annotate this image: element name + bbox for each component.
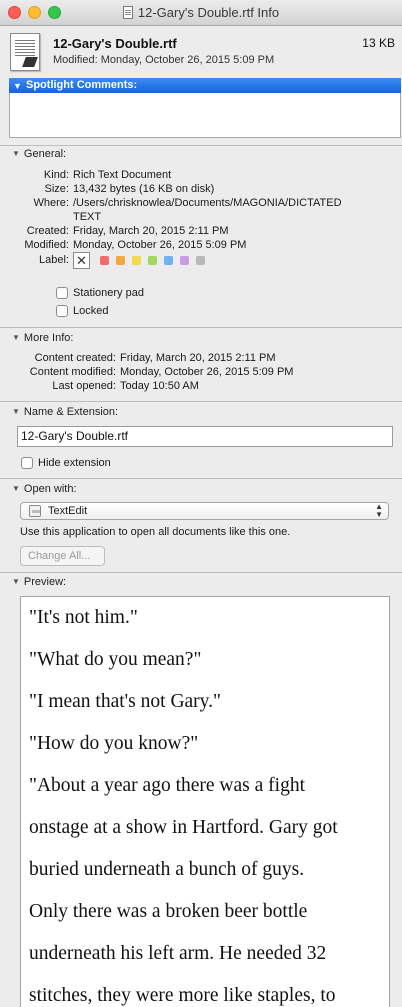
popup-arrows-icon: ▲ ▼	[375, 502, 383, 519]
hide-extension-checkbox[interactable]	[21, 457, 33, 469]
label-red-swatch[interactable]	[100, 256, 109, 265]
window-title: 12-Gary's Double.rtf Info	[137, 5, 280, 20]
label-orange-swatch[interactable]	[116, 256, 125, 265]
where-key: Where:	[33, 197, 69, 209]
modified-value: Monday, October 26, 2015 5:09 PM	[73, 239, 247, 251]
preview-text-line: buried underneath a bunch of guys.	[29, 859, 305, 880]
locked-checkbox[interactable]	[56, 305, 68, 317]
spotlight-comments-header[interactable]: ▼ Spotlight Comments:	[9, 78, 401, 93]
divider	[0, 478, 402, 479]
created-key: Created:	[26, 225, 69, 237]
label-purple-swatch[interactable]	[180, 256, 189, 265]
stationery-pad-checkbox[interactable]	[56, 287, 68, 299]
general-label: General:	[23, 148, 67, 160]
size-key: Size:	[44, 183, 69, 195]
window-title-wrap: 12-Gary's Double.rtf Info	[0, 5, 402, 20]
title-bar[interactable]: 12-Gary's Double.rtf Info	[0, 0, 402, 26]
preview-text-line: Only there was a broken beer bottle	[29, 901, 308, 922]
more-info-section-header[interactable]: ▼ More Info:	[12, 332, 73, 344]
where-value-continued: TEXT	[73, 211, 102, 223]
preview-pane[interactable]: "It's not him." "What do you mean?" "I m…	[20, 596, 390, 1007]
spotlight-comments-label: Spotlight Comments:	[26, 79, 138, 91]
label-green-swatch[interactable]	[148, 256, 157, 265]
rtf-file-icon	[10, 33, 40, 71]
label-blue-swatch[interactable]	[164, 256, 173, 265]
disclosure-triangle-icon[interactable]: ▼	[13, 81, 22, 91]
disclosure-triangle-icon[interactable]: ▼	[12, 577, 20, 586]
info-window: 12-Gary's Double.rtf Info 12-Gary's Doub…	[0, 0, 402, 1007]
kind-key: Kind:	[43, 169, 69, 181]
spotlight-comments-field[interactable]	[9, 93, 401, 138]
content-modified-key: Content modified:	[29, 366, 116, 378]
stationery-pad-label: Stationery pad	[73, 287, 144, 299]
file-name: 12-Gary's Double.rtf	[53, 36, 177, 51]
open-with-hint: Use this application to open all documen…	[20, 526, 291, 538]
label-yellow-swatch[interactable]	[132, 256, 141, 265]
disclosure-triangle-icon[interactable]: ▼	[12, 333, 20, 342]
disclosure-triangle-icon[interactable]: ▼	[12, 149, 20, 158]
divider	[0, 572, 402, 573]
divider	[0, 401, 402, 402]
file-size: 13 KB	[362, 36, 395, 50]
size-value: 13,432 bytes (16 KB on disk)	[73, 183, 215, 195]
created-value: Friday, March 20, 2015 2:11 PM	[73, 225, 229, 237]
last-opened-key: Last opened:	[52, 380, 116, 392]
last-opened-value: Today 10:50 AM	[120, 380, 199, 392]
preview-text-line: "About a year ago there was a fight	[29, 775, 305, 796]
disclosure-triangle-icon[interactable]: ▼	[12, 484, 20, 493]
open-with-app-name: TextEdit	[48, 505, 88, 517]
disclosure-triangle-icon[interactable]: ▼	[12, 407, 20, 416]
preview-text-line: "It's not him."	[29, 607, 138, 628]
file-name-input[interactable]: 12-Gary's Double.rtf	[17, 426, 393, 447]
locked-label: Locked	[73, 305, 109, 317]
preview-label: Preview:	[23, 576, 67, 588]
document-icon	[122, 6, 133, 19]
divider	[0, 327, 402, 328]
general-section-header[interactable]: ▼ General:	[12, 148, 66, 160]
content-modified-value: Monday, October 26, 2015 5:09 PM	[120, 366, 294, 378]
preview-text-line: "What do you mean?"	[29, 649, 202, 670]
name-extension-label: Name & Extension:	[23, 406, 119, 418]
preview-text-line: onstage at a show in Hartford. Gary got	[29, 817, 338, 838]
name-extension-section-header[interactable]: ▼ Name & Extension:	[12, 406, 118, 418]
hide-extension-label: Hide extension	[38, 457, 111, 469]
preview-section-header[interactable]: ▼ Preview:	[12, 576, 66, 588]
open-with-section-header[interactable]: ▼ Open with:	[12, 483, 77, 495]
preview-text-line: "I mean that's not Gary."	[29, 691, 221, 712]
divider	[0, 145, 402, 146]
open-with-label: Open with:	[23, 483, 77, 495]
preview-text-line: "How do you know?"	[29, 733, 199, 754]
label-key: Label:	[39, 254, 69, 266]
content-created-value: Friday, March 20, 2015 2:11 PM	[120, 352, 276, 364]
modified-key: Modified:	[24, 239, 69, 251]
change-all-button[interactable]: Change All...	[20, 546, 105, 566]
preview-text-line: underneath his left arm. He needed 32	[29, 943, 327, 964]
file-modified: Modified: Monday, October 26, 2015 5:09 …	[53, 54, 275, 66]
preview-text-line: stitches, they were more like staples, t…	[29, 985, 336, 1006]
label-none-button[interactable]: ✕	[73, 252, 90, 269]
label-gray-swatch[interactable]	[196, 256, 205, 265]
more-info-label: More Info:	[23, 332, 74, 344]
open-with-popup[interactable]: TextEdit ▲ ▼	[20, 502, 389, 520]
file-header: 12-Gary's Double.rtf 13 KB Modified: Mon…	[0, 27, 402, 75]
kind-value: Rich Text Document	[73, 169, 172, 181]
where-value: /Users/chrisknowlea/Documents/MAGONIA/DI…	[73, 197, 342, 209]
content-created-key: Content created:	[34, 352, 116, 364]
textedit-app-icon	[29, 505, 41, 517]
